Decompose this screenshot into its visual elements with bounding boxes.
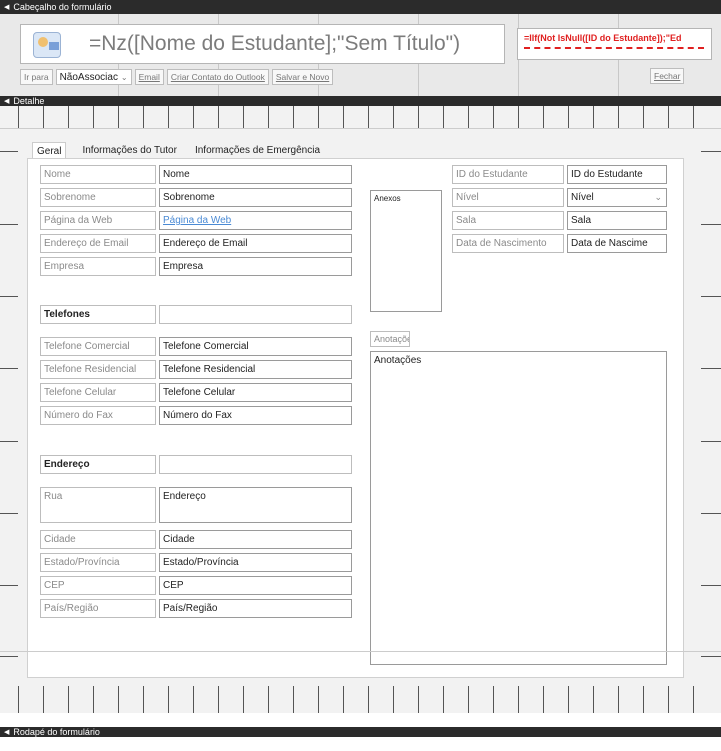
company-label: Empresa — [40, 257, 156, 276]
first-name-field[interactable]: Nome — [159, 165, 352, 184]
notes-field[interactable]: Anotações — [370, 351, 667, 665]
birth-date-label: Data de Nascimento — [452, 234, 564, 253]
address-heading: Endereço — [40, 455, 156, 474]
zip-label: CEP — [40, 576, 156, 595]
last-name-field[interactable]: Sobrenome — [159, 188, 352, 207]
room-label: Sala — [452, 211, 564, 230]
company-field[interactable]: Empresa — [159, 257, 352, 276]
home-phone-field[interactable]: Telefone Residencial — [159, 360, 352, 379]
collapse-icon: ◀ — [4, 98, 10, 105]
notes-label: Anotações — [370, 331, 410, 347]
create-outlook-contact-button[interactable]: Criar Contato do Outlook — [166, 69, 269, 85]
form-footer-label: Rodapé do formulário — [13, 727, 100, 737]
street-label: Rua — [40, 487, 156, 523]
mobile-phone-field[interactable]: Telefone Celular — [159, 383, 352, 402]
notes-value: Anotações — [374, 355, 422, 366]
tab-panel-geral: Nome Nome Sobrenome Sobrenome Página da … — [27, 158, 684, 678]
form-header-bar[interactable]: ◀ Cabeçalho do formulário — [0, 0, 721, 14]
go-to-combo-value: NãoAssociac — [59, 71, 118, 83]
street-field[interactable]: Endereço — [159, 487, 352, 523]
work-phone-field[interactable]: Telefone Comercial — [159, 337, 352, 356]
form-header-section: =Nz([Nome do Estudante];"Sem Título") =I… — [0, 14, 721, 96]
state-label: Estado/Província — [40, 553, 156, 572]
work-phone-label: Telefone Comercial — [40, 337, 156, 356]
contact-card-icon — [33, 32, 61, 58]
title-expression: =Nz([Nome do Estudante];"Sem Título") — [89, 32, 461, 55]
birth-date-field[interactable]: Data de Nascime — [567, 234, 667, 253]
chevron-down-icon: ⌄ — [120, 72, 128, 82]
collapse-icon: ◀ — [4, 4, 10, 11]
phones-heading: Telefones — [40, 305, 156, 324]
phones-heading-spacer — [159, 305, 352, 324]
attachments-box[interactable]: Anexos — [370, 190, 442, 312]
first-name-label: Nome — [40, 165, 156, 184]
student-id-field[interactable]: ID do Estudante — [567, 165, 667, 184]
level-combo[interactable]: Nível ⌄ — [567, 188, 667, 207]
student-id-label: ID do Estudante — [452, 165, 564, 184]
detail-section: Geral Informações do Tutor Informações d… — [0, 106, 721, 686]
detail-section-bar[interactable]: ◀ Detalhe — [0, 96, 721, 106]
state-field[interactable]: Estado/Província — [159, 553, 352, 572]
address-heading-spacer — [159, 455, 352, 474]
form-footer-bar[interactable]: ◀ Rodapé do formulário — [0, 727, 721, 737]
room-field[interactable]: Sala — [567, 211, 667, 230]
level-combo-value: Nível — [571, 192, 594, 203]
level-label: Nível — [452, 188, 564, 207]
save-and-new-button[interactable]: Salvar e Novo — [271, 69, 334, 85]
go-to-label: Ir para — [20, 69, 53, 85]
footer-grid — [0, 686, 721, 713]
zip-field[interactable]: CEP — [159, 576, 352, 595]
city-field[interactable]: Cidade — [159, 530, 352, 549]
email-button[interactable]: Email — [134, 69, 164, 85]
web-page-label: Página da Web — [40, 211, 156, 230]
detail-label: Detalhe — [13, 96, 45, 106]
fax-label: Número do Fax — [40, 406, 156, 425]
collapse-icon: ◀ — [4, 729, 10, 736]
last-name-label: Sobrenome — [40, 188, 156, 207]
close-button[interactable]: Fechar — [650, 68, 685, 84]
attachments-label: Anexos — [374, 194, 401, 203]
city-label: Cidade — [40, 530, 156, 549]
grid-ruler — [0, 106, 721, 128]
country-label: País/Região — [40, 599, 156, 618]
home-phone-label: Telefone Residencial — [40, 360, 156, 379]
mobile-phone-label: Telefone Celular — [40, 383, 156, 402]
form-header-label: Cabeçalho do formulário — [13, 2, 112, 12]
conditional-expression-control[interactable]: =IIf(Not IsNull([ID do Estudante]);"Ed — [517, 28, 712, 60]
red-expression: =IIf(Not IsNull([ID do Estudante]);"Ed — [524, 33, 682, 43]
chevron-down-icon: ⌄ — [654, 192, 662, 202]
go-to-combo[interactable]: NãoAssociac ⌄ — [55, 69, 132, 85]
country-field[interactable]: País/Região — [159, 599, 352, 618]
email-field[interactable]: Endereço de Email — [159, 234, 352, 253]
fax-field[interactable]: Número do Fax — [159, 406, 352, 425]
title-control[interactable]: =Nz([Nome do Estudante];"Sem Título") — [20, 24, 505, 64]
web-page-field[interactable]: Página da Web — [159, 211, 352, 230]
email-label: Endereço de Email — [40, 234, 156, 253]
header-toolbar: Ir para NãoAssociac ⌄ Email Criar Contat… — [20, 68, 334, 86]
